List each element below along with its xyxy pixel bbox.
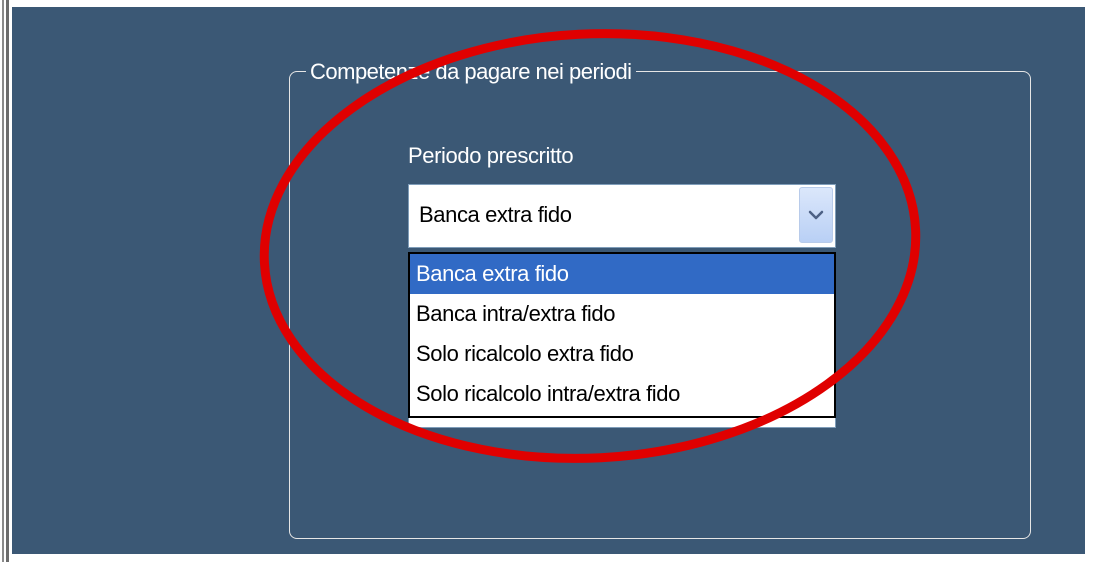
- option-solo-ricalcolo-extra-fido[interactable]: Solo ricalcolo extra fido: [410, 334, 834, 374]
- option-banca-intra-extra-fido[interactable]: Banca intra/extra fido: [410, 294, 834, 334]
- border-line: [2, 0, 4, 562]
- select-current-value: Banca extra fido: [419, 202, 572, 227]
- periodo-prescritto-label: Periodo prescritto: [408, 143, 574, 168]
- dropdown-button[interactable]: [799, 187, 833, 243]
- periodo-prescritto-select[interactable]: Banca extra fido: [408, 184, 836, 248]
- window-left-border: [0, 0, 12, 562]
- groupbox-legend: Competenze da pagare nei periodi: [306, 58, 636, 86]
- option-banca-extra-fido[interactable]: Banca extra fido: [410, 254, 834, 294]
- option-solo-ricalcolo-intra-extra-fido[interactable]: Solo ricalcolo intra/extra fido: [410, 374, 834, 414]
- chevron-down-icon: [808, 210, 824, 220]
- border-line: [6, 0, 9, 562]
- select-options-list: Banca extra fido Banca intra/extra fido …: [408, 252, 836, 418]
